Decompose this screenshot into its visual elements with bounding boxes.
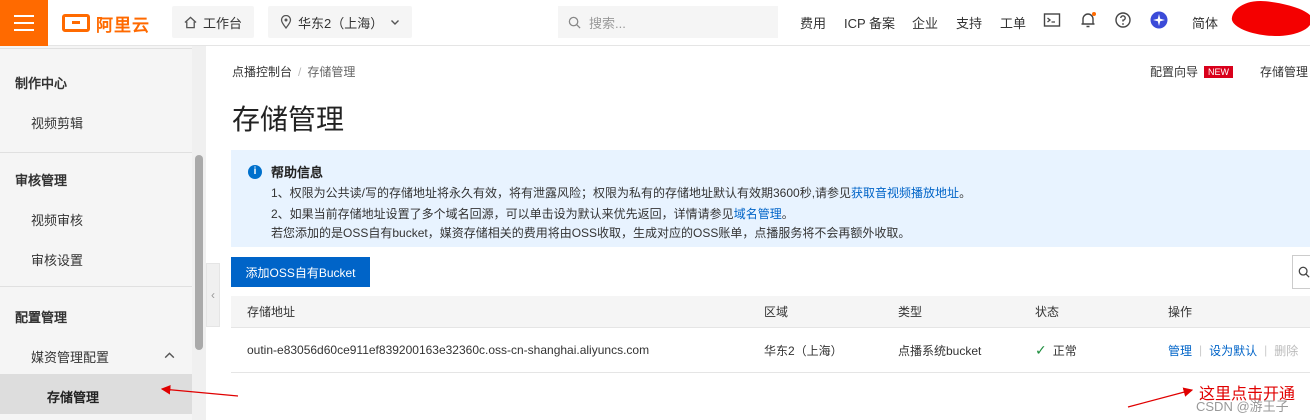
arrow-to-note [1127, 387, 1194, 408]
annotation-arrows [160, 384, 1194, 408]
csdn-watermark: CSDN @游王子 [1196, 399, 1289, 414]
arrow-to-storage [160, 384, 239, 397]
